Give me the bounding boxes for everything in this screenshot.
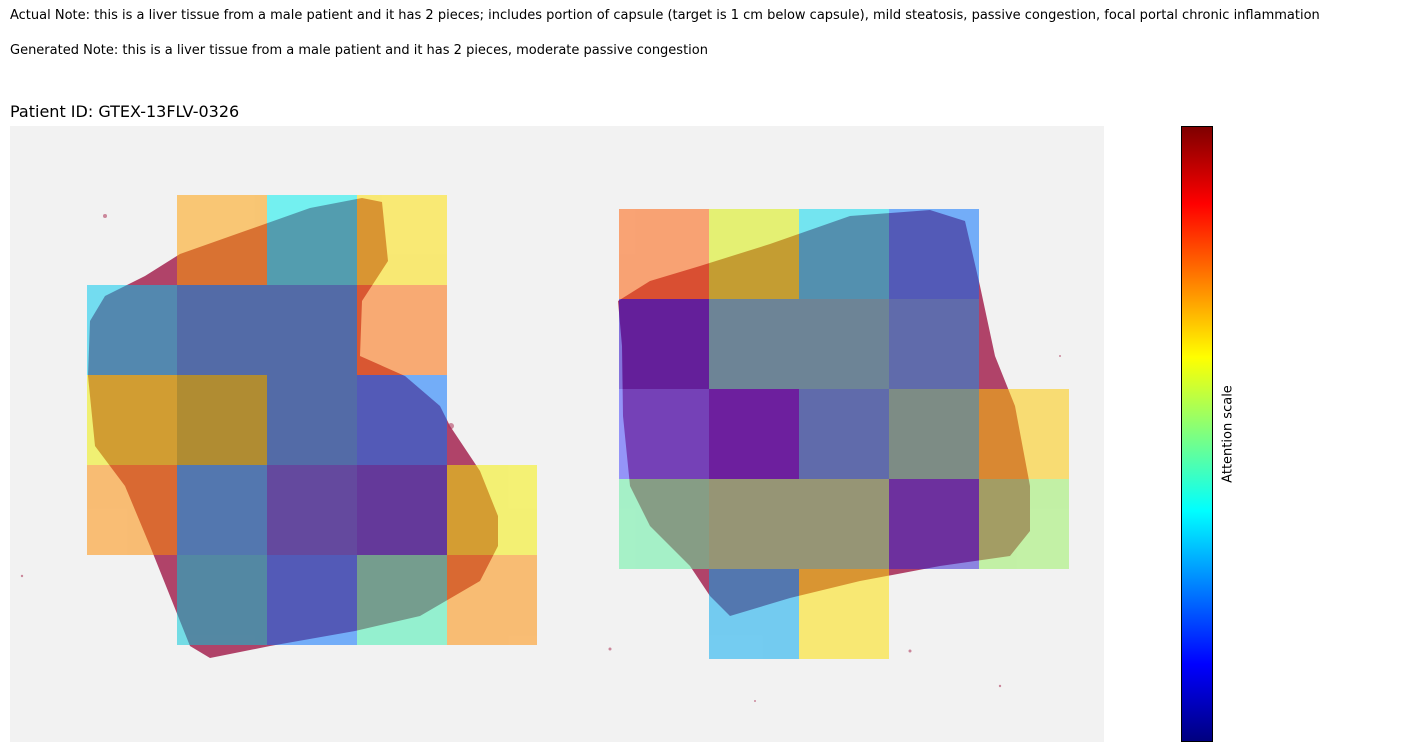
attention-colorbar [1181,126,1213,742]
patch [267,555,357,645]
patch [709,569,799,659]
patch [619,389,709,479]
patch [799,389,889,479]
colorbar-label: Attention scale [1220,385,1236,483]
patch [267,465,357,555]
actual-note: Actual Note: this is a liver tissue from… [10,8,1320,23]
patch [619,299,709,389]
patch [87,375,177,465]
patch [889,299,979,389]
patch [267,195,357,285]
patch [447,555,537,645]
patch [709,209,799,299]
patch [267,375,357,465]
patch [177,285,267,375]
patch [889,389,979,479]
patch [267,285,357,375]
patch [619,479,709,569]
patch [799,299,889,389]
patch [709,299,799,389]
patch [177,195,267,285]
patch [357,375,447,465]
patch [357,285,447,375]
patch [357,195,447,285]
patch [357,465,447,555]
patch [709,479,799,569]
patch [889,479,979,569]
patch [709,389,799,479]
patch [87,465,177,555]
attention-heatmap-slide [10,126,1104,742]
patch [177,465,267,555]
patch [979,479,1069,569]
patch [979,389,1069,479]
patch [87,285,177,375]
patch [357,555,447,645]
patient-id-title: Patient ID: GTEX-13FLV-0326 [10,102,240,121]
generated-note: Generated Note: this is a liver tissue f… [10,43,708,58]
patch [619,209,709,299]
patch [177,375,267,465]
patch [889,209,979,299]
patch [799,479,889,569]
patch [799,569,889,659]
patch [177,555,267,645]
patch [447,465,537,555]
patch [799,209,889,299]
